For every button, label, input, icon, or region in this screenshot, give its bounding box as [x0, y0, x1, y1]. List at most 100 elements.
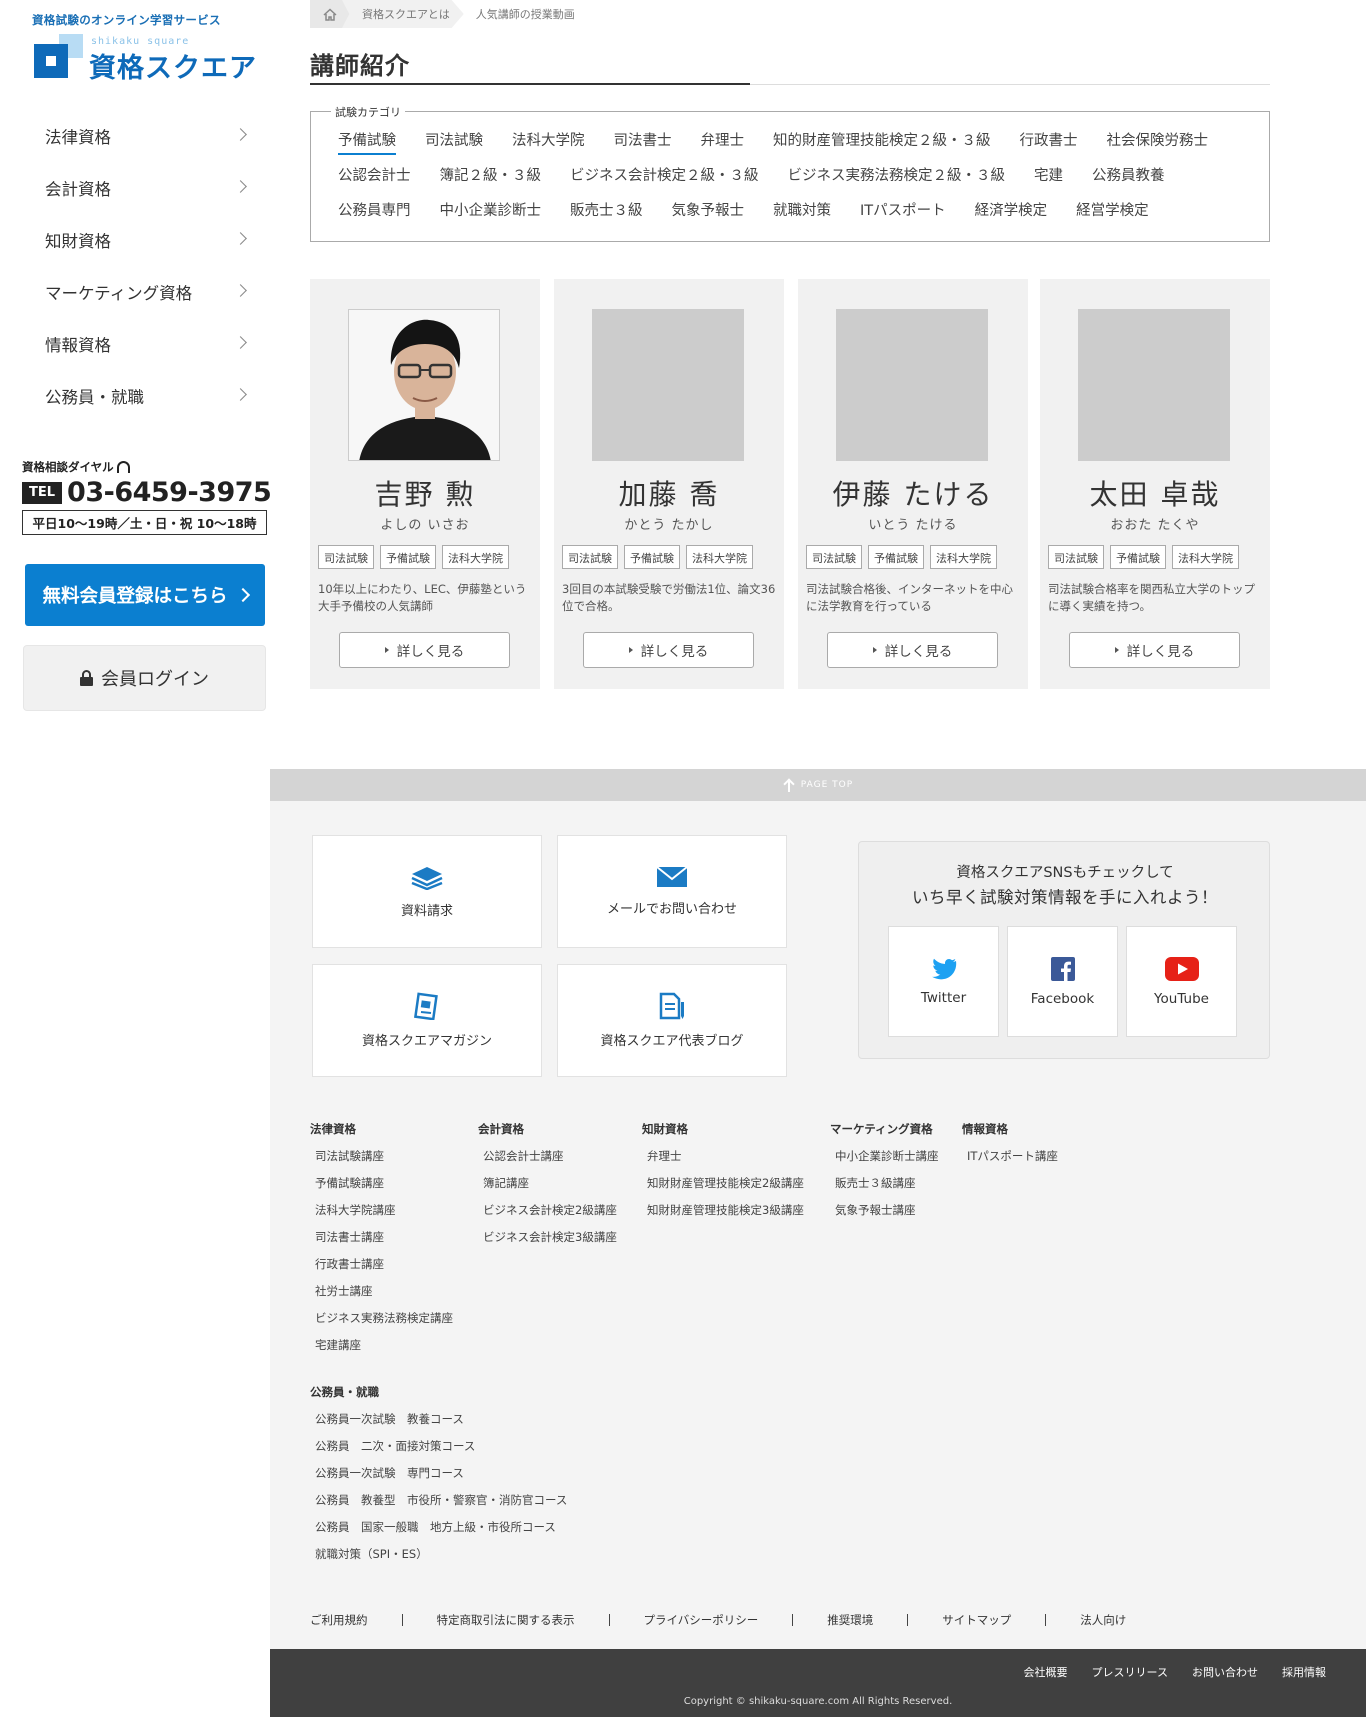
details-button[interactable]: 詳しく見る — [583, 632, 754, 668]
login-button[interactable]: 会員ログイン — [23, 645, 266, 711]
legal-link[interactable]: 推奨環境 — [827, 1612, 873, 1628]
legal-link[interactable]: 特定商取引法に関する表示 — [437, 1612, 575, 1628]
site-logo[interactable]: shikaku square 資格スクエア — [34, 30, 264, 86]
lecturer-tag[interactable]: 司法試験 — [806, 545, 862, 569]
details-button[interactable]: 詳しく見る — [827, 632, 998, 668]
sitemap-link[interactable]: ITパスポート講座 — [962, 1148, 1058, 1175]
sitemap-link[interactable]: 弁理士 — [642, 1148, 804, 1175]
category-link[interactable]: 簿記２級・３級 — [440, 164, 542, 185]
triangle-right-icon — [872, 647, 877, 653]
lecturer-tag[interactable]: 法科大学院 — [930, 545, 997, 569]
twitter-link[interactable]: Twitter — [888, 926, 999, 1037]
category-link[interactable]: ビジネス実務法務検定２級・３級 — [788, 164, 1006, 185]
details-button[interactable]: 詳しく見る — [339, 632, 510, 668]
breadcrumb-home[interactable] — [310, 0, 350, 28]
phone-number[interactable]: 03-6459-3975 — [67, 477, 272, 508]
sitemap-link[interactable]: 法科大学院講座 — [310, 1202, 453, 1229]
category-link[interactable]: 販売士３級 — [570, 199, 643, 220]
youtube-link[interactable]: YouTube — [1126, 926, 1237, 1037]
lecturer-tag[interactable]: 司法試験 — [562, 545, 618, 569]
sitemap-link[interactable]: 公認会計士講座 — [478, 1148, 617, 1175]
corporate-link[interactable]: お問い合わせ — [1192, 1664, 1258, 1680]
register-button[interactable]: 無料会員登録はこちら — [25, 564, 265, 626]
sidebar-item-accounting[interactable]: 会計資格 — [0, 162, 270, 214]
corporate-link[interactable]: 採用情報 — [1282, 1664, 1326, 1680]
sitemap-link[interactable]: 宅建講座 — [310, 1337, 453, 1364]
lecturer-tag[interactable]: 司法試験 — [318, 545, 374, 569]
lecturer-tag[interactable]: 司法試験 — [1048, 545, 1104, 569]
category-link[interactable]: 法科大学院 — [512, 129, 585, 155]
page-top-button[interactable]: PAGE TOP — [270, 769, 1366, 801]
category-link[interactable]: 司法書士 — [614, 129, 672, 155]
category-link[interactable]: 気象予報士 — [672, 199, 745, 220]
sitemap-link[interactable]: 知財財産管理技能検定3級講座 — [642, 1202, 804, 1229]
category-link[interactable]: 司法試験 — [425, 129, 483, 155]
lecturer-tag[interactable]: 法科大学院 — [1172, 545, 1239, 569]
breadcrumb-item[interactable]: 資格スクエアとは — [342, 0, 464, 28]
corporate-link[interactable]: プレスリリース — [1092, 1664, 1168, 1680]
sitemap-link[interactable]: 就職対策（SPI・ES） — [310, 1546, 567, 1573]
sitemap-link[interactable]: 公務員一次試験 専門コース — [310, 1465, 567, 1492]
sitemap-link[interactable]: ビジネス会計検定2級講座 — [478, 1202, 617, 1229]
legal-link[interactable]: サイトマップ — [942, 1612, 1011, 1628]
category-link[interactable]: 中小企業診断士 — [440, 199, 542, 220]
category-link[interactable]: 経済学検定 — [975, 199, 1048, 220]
lecturer-photo-placeholder — [1078, 309, 1230, 461]
sitemap-link[interactable]: 行政書士講座 — [310, 1256, 453, 1283]
lecturer-tag[interactable]: 法科大学院 — [442, 545, 509, 569]
sitemap-link[interactable]: 販売士３級講座 — [830, 1175, 939, 1202]
category-link[interactable]: 就職対策 — [773, 199, 831, 220]
magazine-link[interactable]: 資格スクエアマガジン — [312, 964, 542, 1077]
sitemap-link[interactable]: ビジネス実務法務検定講座 — [310, 1310, 453, 1337]
sidebar-item-marketing[interactable]: マーケティング資格 — [0, 266, 270, 318]
sidebar-item-ip[interactable]: 知財資格 — [0, 214, 270, 266]
legal-link[interactable]: 法人向け — [1080, 1612, 1126, 1628]
ceo-blog-link[interactable]: 資格スクエア代表ブログ — [557, 964, 787, 1077]
lecturer-tag[interactable]: 予備試験 — [624, 545, 680, 569]
category-link[interactable]: 行政書士 — [1020, 129, 1078, 155]
category-link[interactable]: 予備試験 — [338, 129, 396, 155]
sitemap-link[interactable]: 知財財産管理技能検定2級講座 — [642, 1175, 804, 1202]
sitemap-link[interactable]: 予備試験講座 — [310, 1175, 453, 1202]
lecturer-tag[interactable]: 予備試験 — [868, 545, 924, 569]
page: 資格試験のオンライン学習サービス shikaku square 資格スクエア 法… — [0, 0, 1366, 1717]
sitemap-link[interactable]: ビジネス会計検定3級講座 — [478, 1229, 617, 1256]
sitemap-link[interactable]: 公務員 二次・面接対策コース — [310, 1438, 567, 1465]
sitemap-link[interactable]: 公務員一次試験 教養コース — [310, 1411, 567, 1438]
facebook-link[interactable]: Facebook — [1007, 926, 1118, 1037]
sitemap-link[interactable]: 公務員 教養型 市役所・警察官・消防官コース — [310, 1492, 567, 1519]
sidebar-item-civil-service[interactable]: 公務員・就職 — [0, 370, 270, 422]
category-link[interactable]: ITパスポート — [860, 199, 946, 220]
sitemap-link[interactable]: 中小企業診断士講座 — [830, 1148, 939, 1175]
category-link[interactable]: 社会保険労務士 — [1107, 129, 1209, 155]
category-link[interactable]: 公務員専門 — [338, 199, 411, 220]
category-link[interactable]: 弁理士 — [701, 129, 745, 155]
sitemap-link[interactable]: 気象予報士講座 — [830, 1202, 939, 1229]
sitemap-link[interactable]: 社労士講座 — [310, 1283, 453, 1310]
lecturer-kana: よしの いさお — [380, 518, 470, 533]
sitemap-link[interactable]: 簿記講座 — [478, 1175, 617, 1202]
lecturer-tags: 司法試験 予備試験 法科大学院 — [562, 545, 753, 569]
lecturer-tag[interactable]: 予備試験 — [1110, 545, 1166, 569]
document-request-link[interactable]: 資料請求 — [312, 835, 542, 948]
details-button-label: 詳しく見る — [640, 644, 709, 660]
details-button[interactable]: 詳しく見る — [1069, 632, 1240, 668]
triangle-right-icon — [628, 647, 633, 653]
category-link[interactable]: ビジネス会計検定２級・３級 — [570, 164, 759, 185]
category-link[interactable]: 公務員教養 — [1092, 164, 1165, 185]
sidebar-item-it[interactable]: 情報資格 — [0, 318, 270, 370]
sitemap-link[interactable]: 司法試験講座 — [310, 1148, 453, 1175]
sitemap-link[interactable]: 公務員 国家一般職 地方上級・市役所コース — [310, 1519, 567, 1546]
mail-contact-link[interactable]: メールでお問い合わせ — [557, 835, 787, 948]
corporate-link[interactable]: 会社概要 — [1024, 1664, 1068, 1680]
sitemap-link[interactable]: 司法書士講座 — [310, 1229, 453, 1256]
sidebar-item-law[interactable]: 法律資格 — [0, 110, 270, 162]
lecturer-tag[interactable]: 予備試験 — [380, 545, 436, 569]
legal-link[interactable]: プライバシーポリシー — [644, 1612, 759, 1628]
legal-link[interactable]: ご利用規約 — [310, 1612, 368, 1628]
category-link[interactable]: 知的財産管理技能検定２級・３級 — [773, 129, 991, 155]
category-link[interactable]: 宅建 — [1034, 164, 1063, 185]
category-link[interactable]: 公認会計士 — [338, 164, 411, 185]
lecturer-tag[interactable]: 法科大学院 — [686, 545, 753, 569]
category-link[interactable]: 経営学検定 — [1076, 199, 1149, 220]
